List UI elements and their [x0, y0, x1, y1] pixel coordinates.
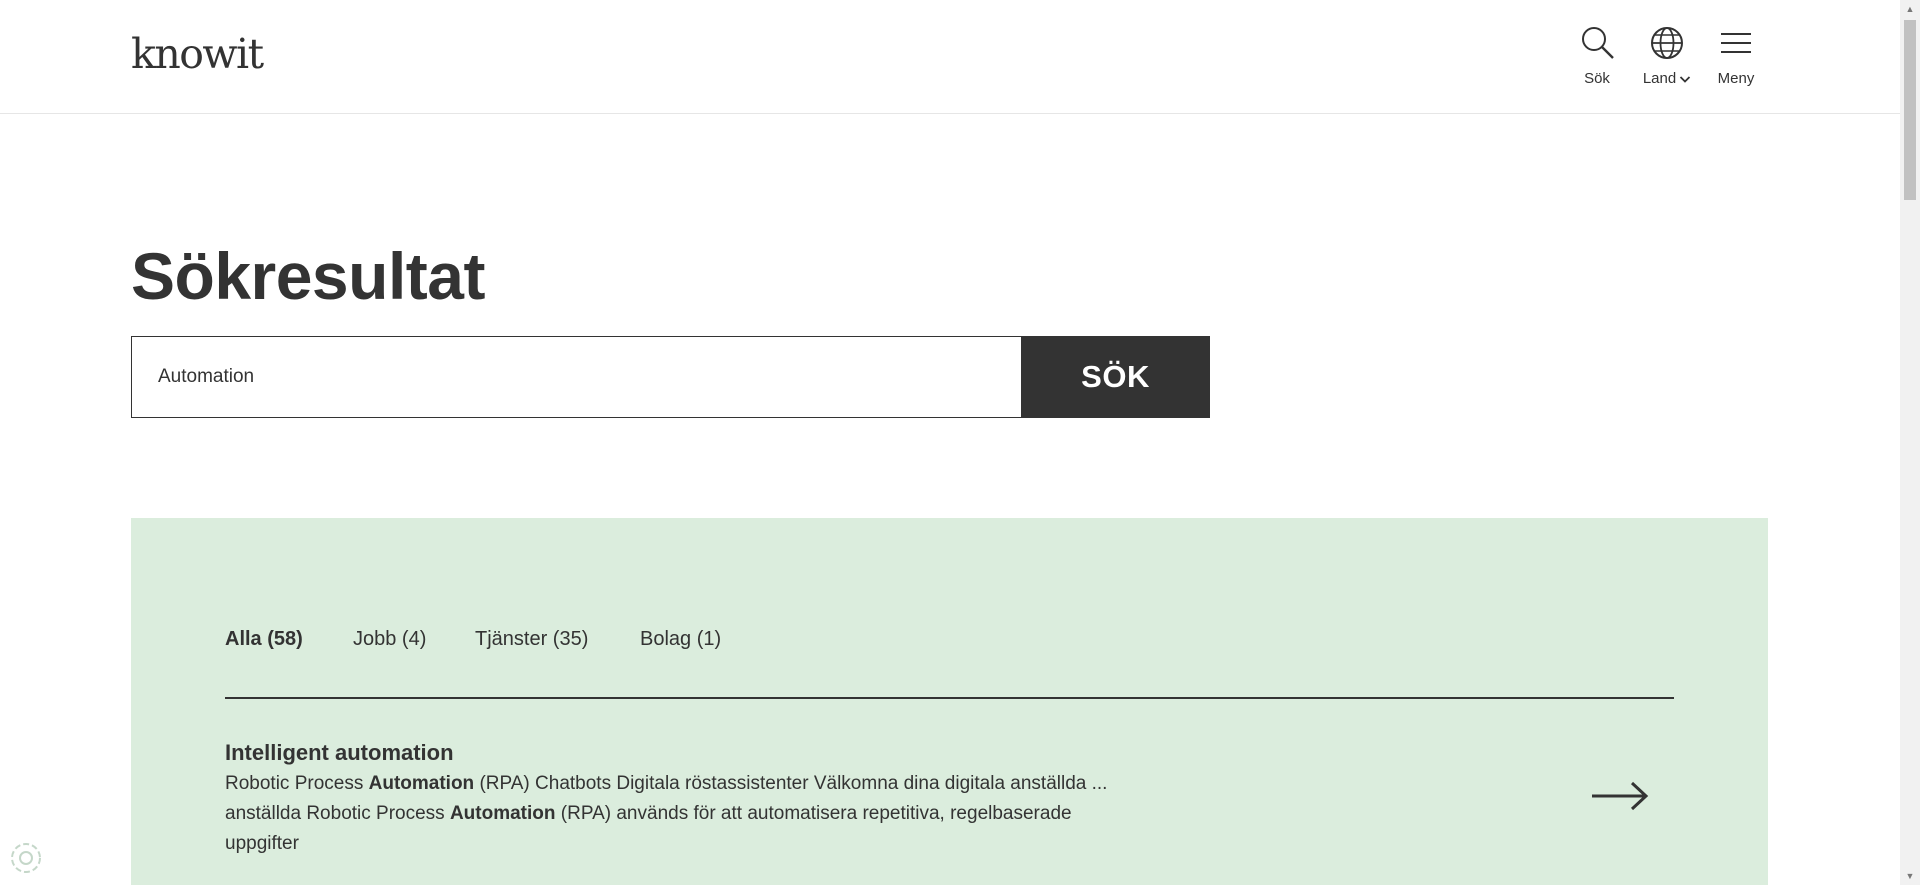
chevron-down-icon	[1680, 75, 1691, 83]
scrollbar-thumb[interactable]	[1904, 20, 1916, 200]
result-title[interactable]: Intelligent automation	[225, 740, 1674, 766]
tab-all[interactable]: Alla (58)	[225, 628, 303, 651]
result-snippet: Robotic Process Automation (RPA) Chatbot…	[225, 769, 1125, 859]
search-nav-label: Sök	[1584, 70, 1610, 87]
country-selector-label: Land	[1634, 70, 1700, 87]
search-results-panel: Alla (58) Jobb (4) Tjänster (35) Bolag (…	[131, 518, 1768, 885]
menu-button[interactable]: Meny	[1704, 24, 1768, 88]
cookie-settings-icon[interactable]	[8, 840, 44, 876]
tab-jobb[interactable]: Jobb (4)	[353, 628, 426, 651]
page-title: Sökresultat	[131, 239, 485, 313]
vertical-scrollbar[interactable]: ▲ ▼	[1900, 0, 1920, 885]
hamburger-menu-icon	[1704, 24, 1768, 62]
results-filter-tabs: Alla (58) Jobb (4) Tjänster (35) Bolag (…	[225, 628, 1674, 699]
result-item[interactable]: Intelligent automation Robotic Process A…	[225, 740, 1674, 870]
tab-bolag[interactable]: Bolag (1)	[640, 628, 721, 651]
snippet-highlight: Automation	[449, 803, 556, 824]
land-label-text: Land	[1642, 70, 1677, 87]
arrow-right-icon[interactable]	[1590, 778, 1650, 814]
search-nav-button[interactable]: Sök	[1565, 24, 1629, 88]
snippet-text: Robotic Process	[225, 773, 369, 794]
menu-label: Meny	[1717, 70, 1755, 87]
snippet-highlight: Automation	[368, 773, 475, 794]
search-icon	[1565, 24, 1629, 62]
search-submit-button[interactable]: SÖK	[1021, 336, 1210, 418]
site-header: knowit Sök Land Meny	[0, 0, 1900, 114]
scroll-up-arrow[interactable]: ▲	[1900, 0, 1920, 18]
scroll-down-arrow[interactable]: ▼	[1900, 867, 1920, 885]
tab-tjanster[interactable]: Tjänster (35)	[475, 628, 588, 651]
globe-icon	[1634, 24, 1700, 62]
knowit-logo[interactable]: knowit	[131, 30, 264, 78]
country-selector[interactable]: Land	[1634, 24, 1700, 88]
search-input[interactable]	[131, 336, 1022, 418]
